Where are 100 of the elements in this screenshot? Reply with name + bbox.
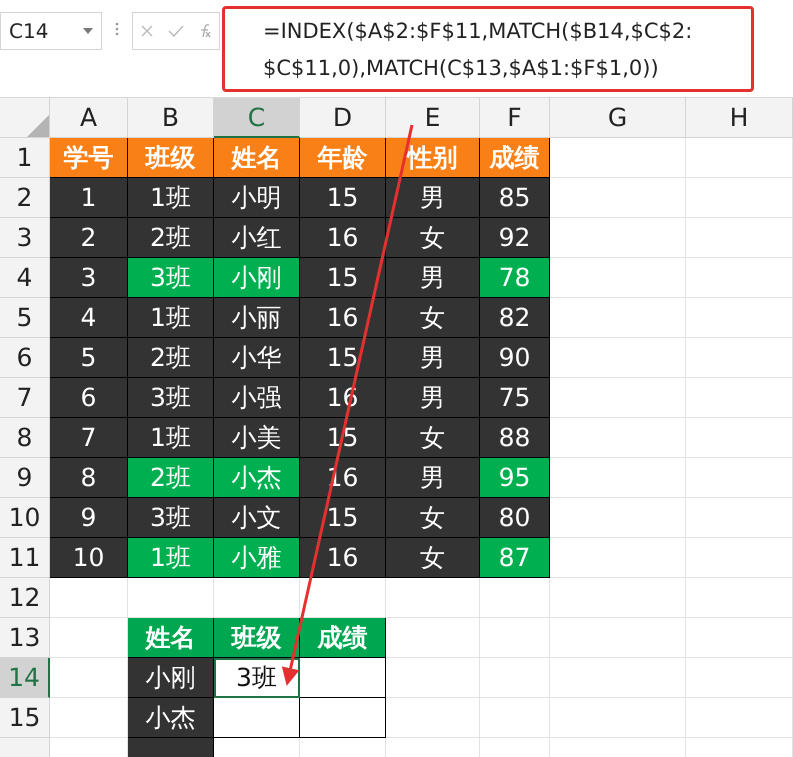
formula-field[interactable]: =INDEX($A$2:$F$11,MATCH($B14,$C$2: $C$11,0),MATCH(C$13,$A$1:$F$1,0)) [222, 6, 754, 92]
table-cell: 16 [300, 218, 386, 258]
row-header[interactable]: 6 [0, 338, 50, 378]
table-cell: 小强 [214, 378, 300, 418]
row-header[interactable]: 11 [0, 538, 50, 578]
row-header[interactable]: 5 [0, 298, 50, 338]
table-cell: 2班 [128, 338, 214, 378]
table-cell: 女 [386, 218, 480, 258]
table-cell: 9 [50, 498, 128, 538]
row-header[interactable]: 2 [0, 178, 50, 218]
table-cell: 1班 [128, 298, 214, 338]
table-cell: 男 [386, 338, 480, 378]
table-cell: 87 [480, 538, 550, 578]
table-cell: 成绩 [300, 618, 386, 658]
row-header[interactable]: 7 [0, 378, 50, 418]
table-cell: 80 [480, 498, 550, 538]
table-cell: 6 [50, 378, 128, 418]
table-cell: 小刚 [128, 658, 214, 698]
table-cell: 88 [480, 418, 550, 458]
table-cell: 5 [50, 338, 128, 378]
row-header[interactable]: 4 [0, 258, 50, 298]
table-cell: 女 [386, 418, 480, 458]
row-header[interactable]: 9 [0, 458, 50, 498]
table-cell: 小杰 [214, 458, 300, 498]
table-cell: 82 [480, 298, 550, 338]
table-cell: 小文 [214, 498, 300, 538]
table-cell: 男 [386, 458, 480, 498]
table-cell: 小杰 [128, 698, 214, 738]
table-cell: 小华 [214, 338, 300, 378]
table-cell: 姓名 [214, 138, 300, 178]
table-cell: 2班 [128, 218, 214, 258]
table-cell: 小美 [214, 418, 300, 458]
table-cell: 95 [480, 458, 550, 498]
name-box[interactable]: C14 [0, 12, 102, 50]
caret-icon[interactable] [83, 28, 93, 34]
row-header[interactable]: 15 [0, 698, 50, 738]
table-cell: 15 [300, 498, 386, 538]
table-cell: 16 [300, 538, 386, 578]
table-cell: 班级 [214, 618, 300, 658]
table-cell: 10 [50, 538, 128, 578]
column-header[interactable]: B [128, 98, 214, 138]
table-cell: 男 [386, 178, 480, 218]
table-cell: 年龄 [300, 138, 386, 178]
table-cell: 7 [50, 418, 128, 458]
check-icon[interactable] [168, 25, 184, 37]
table-cell: 8 [50, 458, 128, 498]
table-cell: 小刚 [214, 258, 300, 298]
table-cell: 3班 [128, 378, 214, 418]
row-header[interactable]: 10 [0, 498, 50, 538]
row-header[interactable]: 8 [0, 418, 50, 458]
row-header[interactable]: 3 [0, 218, 50, 258]
column-header[interactable]: H [686, 98, 793, 138]
column-header[interactable]: D [300, 98, 386, 138]
table-cell: 2 [50, 218, 128, 258]
grip-icon [115, 22, 119, 36]
table-cell: 女 [386, 498, 480, 538]
table-cell: 成绩 [480, 138, 550, 178]
column-header[interactable]: E [386, 98, 480, 138]
table-cell: 小明 [214, 178, 300, 218]
table-cell: 姓名 [128, 618, 214, 658]
row-header[interactable]: 13 [0, 618, 50, 658]
table-cell: 学号 [50, 138, 128, 178]
table-cell: 1班 [128, 178, 214, 218]
table-cell: 3班 [128, 498, 214, 538]
row-header[interactable]: 14 [0, 658, 50, 698]
column-header[interactable]: A [50, 98, 128, 138]
table-cell: 性别 [386, 138, 480, 178]
table-cell: 3班 [128, 258, 214, 298]
table-cell: 女 [386, 538, 480, 578]
table-cell: 男 [386, 378, 480, 418]
table-cell: 1 [50, 178, 128, 218]
table-cell: 小红 [214, 218, 300, 258]
table-cell: 90 [480, 338, 550, 378]
table-cell: 16 [300, 298, 386, 338]
column-header[interactable]: G [550, 98, 686, 138]
table-cell: 1班 [128, 418, 214, 458]
table-cell: 92 [480, 218, 550, 258]
column-header[interactable]: F [480, 98, 550, 138]
table-cell: 85 [480, 178, 550, 218]
row-header[interactable]: 12 [0, 578, 50, 618]
table-cell: 小雅 [214, 538, 300, 578]
table-cell[interactable]: 3班 [214, 658, 300, 698]
row-header[interactable]: 1 [0, 138, 50, 178]
cell-reference: C14 [9, 19, 48, 43]
table-cell: 75 [480, 378, 550, 418]
table-cell: 女 [386, 298, 480, 338]
table-cell: 15 [300, 258, 386, 298]
table-cell: 15 [300, 178, 386, 218]
column-header[interactable]: C [214, 98, 300, 138]
table-cell: 班级 [128, 138, 214, 178]
table-cell: 2班 [128, 458, 214, 498]
function-icon[interactable] [199, 24, 212, 38]
table-cell: 1班 [128, 538, 214, 578]
table-cell: 男 [386, 258, 480, 298]
cancel-icon[interactable] [140, 25, 153, 37]
table-cell: 4 [50, 298, 128, 338]
table-cell: 15 [300, 338, 386, 378]
table-cell: 78 [480, 258, 550, 298]
table-cell: 3 [50, 258, 128, 298]
table-cell: 小丽 [214, 298, 300, 338]
